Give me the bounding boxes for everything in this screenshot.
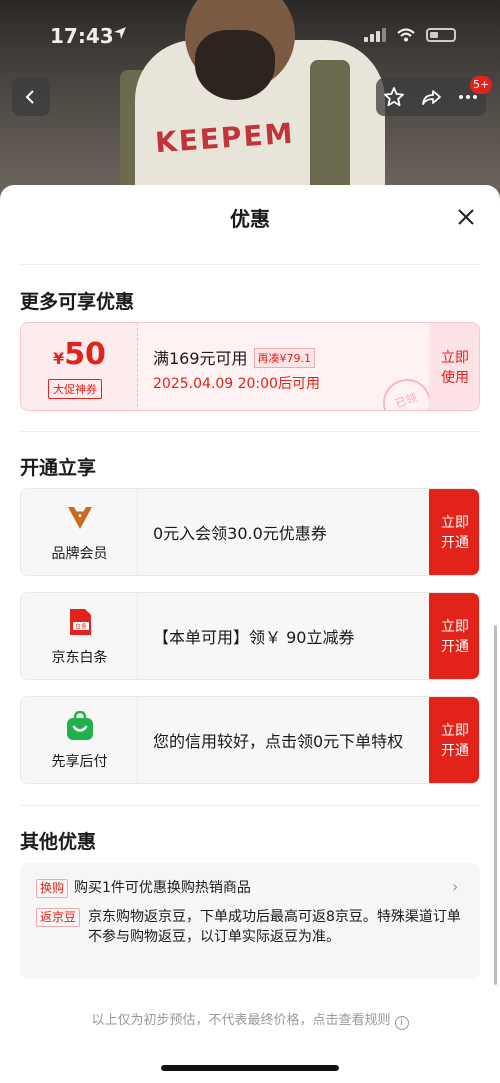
more-badge: 5+ (470, 76, 493, 94)
open-now-button[interactable]: 立即开通 (429, 593, 479, 679)
divider (20, 264, 480, 265)
coupon-extra-badge: 再凑¥79.1 (253, 348, 316, 368)
open-now-button[interactable]: 立即开通 (429, 697, 479, 783)
home-indicator (161, 1065, 339, 1071)
trade-in-tag: 换购 (36, 879, 69, 898)
coupon-condition-row: 满169元可用 再凑¥79.1 (153, 345, 316, 369)
trade-in-text: 购买1件可优惠换购热销商品 (74, 880, 251, 896)
footnote-text: 以上仅为初步预估，不代表最终价格，点击查看规则 (91, 1013, 391, 1028)
offer-card-baitiao[interactable]: 白条 京东白条 【本单可用】领￥ 90立减券 立即开通 (20, 592, 480, 680)
back-button[interactable] (12, 78, 50, 116)
offer-icon-area: 先享后付 (21, 697, 138, 783)
wifi-icon (397, 28, 415, 42)
info-icon[interactable]: i (394, 1016, 409, 1030)
discount-sheet: 优惠 更多可享优惠 ¥50 大促神券 满169元可用 再凑¥79.1 2025.0… (0, 185, 500, 1083)
pay-later-icon (67, 711, 93, 740)
other-discounts-box: 换购 购买1件可优惠换购热销商品 › 返京豆 京东购物返京豆，下单成功后最高可返8… (20, 863, 480, 979)
jingdou-text: 京东购物返京豆，下单成功后最高可返8京豆。特殊渠道订单不参与购物返豆，以订单实际… (88, 909, 461, 945)
status-time: 17:43 (50, 24, 114, 48)
divider (20, 431, 480, 432)
coupon-amount: ¥50 (21, 337, 138, 372)
jingdou-row: 返京豆 京东购物返京豆，下单成功后最高可返8京豆。特殊渠道订单不参与购物返豆，以… (36, 907, 466, 945)
close-icon[interactable] (454, 205, 478, 229)
status-icons (364, 28, 456, 42)
coupon-card[interactable]: ¥50 大促神券 满169元可用 再凑¥79.1 2025.04.09 20:00… (20, 322, 480, 411)
location-arrow-icon (114, 27, 126, 39)
use-now-button[interactable]: 立即使用 (429, 323, 479, 410)
coupon-currency: ¥ (53, 349, 65, 368)
coupon-value-area: ¥50 大促神券 (21, 323, 138, 410)
coupon-condition: 满169元可用 (153, 349, 248, 368)
coupon-tag: 大促神券 (48, 379, 102, 399)
chevron-left-icon (25, 90, 34, 104)
offer-text: 您的信用较好，点击领0元下单特权 (153, 731, 404, 751)
star-icon[interactable] (383, 86, 405, 108)
offer-card-brand-member[interactable]: 品牌会员 0元入会领30.0元优惠券 立即开通 (20, 488, 480, 576)
offer-card-pay-later[interactable]: 先享后付 您的信用较好，点击领0元下单特权 立即开通 (20, 696, 480, 784)
svg-text:白条: 白条 (75, 623, 87, 631)
section-title-open-enjoy: 开通立享 (20, 457, 97, 479)
jingdou-tag: 返京豆 (36, 908, 81, 927)
sheet-title: 优惠 (230, 207, 270, 231)
offer-text: 0元入会领30.0元优惠券 (153, 523, 327, 543)
offer-icon-area: 白条 京东白条 (21, 593, 138, 679)
chevron-right-icon[interactable]: › (452, 877, 458, 896)
offer-label: 品牌会员 (51, 546, 108, 562)
share-icon[interactable] (420, 86, 442, 108)
offer-label: 先享后付 (51, 754, 108, 770)
signal-icon (364, 28, 386, 42)
brand-member-icon (68, 507, 92, 529)
divider (20, 805, 480, 806)
coupon-number: 50 (64, 337, 106, 372)
battery-icon (426, 28, 456, 42)
open-now-button[interactable]: 立即开通 (429, 489, 479, 575)
baitiao-icon: 白条 (70, 609, 91, 635)
footnote[interactable]: 以上仅为初步预估，不代表最终价格，点击查看规则 i (0, 1009, 500, 1030)
scrollbar[interactable] (494, 625, 497, 985)
trade-in-row[interactable]: 换购 购买1件可优惠换购热销商品 (36, 877, 251, 898)
offer-text: 【本单可用】领￥ 90立减券 (153, 627, 355, 647)
section-title-other: 其他优惠 (20, 831, 97, 853)
status-bar: 17:43 (0, 0, 500, 72)
coupon-valid-time: 2025.04.09 20:00后可用 (153, 376, 320, 392)
section-title-more-discounts: 更多可享优惠 (20, 291, 135, 313)
offer-icon-area: 品牌会员 (21, 489, 138, 575)
offer-label: 京东白条 (51, 650, 108, 666)
